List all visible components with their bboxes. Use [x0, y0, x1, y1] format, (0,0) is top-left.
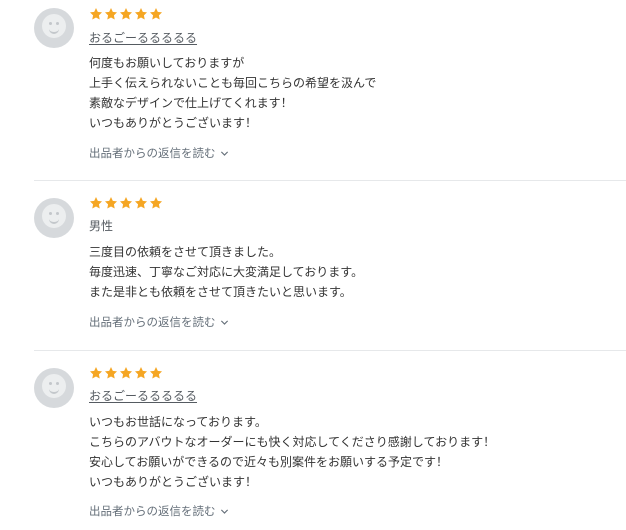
review-body: 三度目の依頼をさせて頂きました。 毎度迅速、丁寧なご対応に大変満足しております。… — [89, 242, 363, 302]
read-reply-button[interactable]: 出品者からの返信を読む — [89, 314, 229, 330]
reviewer-name[interactable]: おるごーるるるるる — [89, 388, 197, 404]
star-icon — [119, 366, 133, 380]
star-icon — [134, 7, 148, 21]
review-body: 何度もお願いしておりますが 上手く伝えられないことも毎回こちらの希望を汲んで 素… — [89, 53, 376, 133]
star-rating — [89, 366, 163, 382]
review-line: 毎度迅速、丁寧なご対応に大変満足しております。 — [89, 265, 364, 279]
reviewer-name: 男性 — [89, 219, 114, 233]
star-icon — [89, 366, 103, 380]
star-icon — [104, 7, 118, 21]
review-line: 素敵なデザインで仕上げてくれます！ — [89, 96, 293, 110]
star-icon — [149, 7, 163, 21]
avatar[interactable] — [34, 8, 74, 48]
review-line: 上手く伝えられないことも毎回こちらの希望を汲んで — [89, 76, 377, 90]
review-line: いつもありがとうございます！ — [89, 116, 258, 130]
avatar[interactable] — [34, 368, 74, 408]
review-line: 安心してお願いができるので近々も別案件をお願いする予定です！ — [89, 455, 449, 469]
star-icon — [119, 7, 133, 21]
chevron-down-icon — [220, 319, 228, 325]
star-rating — [89, 7, 163, 23]
divider — [34, 350, 626, 351]
reviewer-name[interactable]: おるごーるるるるる — [89, 30, 197, 46]
star-icon — [104, 196, 118, 210]
avatar[interactable] — [34, 198, 74, 238]
star-rating — [89, 196, 163, 212]
star-icon — [119, 196, 133, 210]
star-icon — [134, 366, 148, 380]
star-icon — [149, 196, 163, 210]
read-reply-label: 出品者からの返信を読む — [89, 315, 216, 329]
star-icon — [149, 366, 163, 380]
read-reply-button[interactable]: 出品者からの返信を読む — [89, 503, 229, 519]
divider — [34, 180, 626, 181]
review-line: いつもありがとうございます！ — [89, 475, 258, 489]
review-body: いつもお世話になっております。 こちらのアバウトなオーダーにも快く対応してくださ… — [89, 412, 495, 492]
star-icon — [89, 7, 103, 21]
star-icon — [134, 196, 148, 210]
read-reply-label: 出品者からの返信を読む — [89, 504, 216, 518]
review-line: いつもお世話になっております。 — [89, 415, 267, 429]
review-line: 何度もお願いしておりますが — [89, 56, 245, 70]
chevron-down-icon — [220, 150, 228, 156]
chevron-down-icon — [220, 508, 228, 514]
star-icon — [89, 196, 103, 210]
read-reply-label: 出品者からの返信を読む — [89, 146, 216, 160]
review-line: また是非とも依頼をさせて頂きたいと思います。 — [89, 285, 352, 299]
review-line: こちらのアバウトなオーダーにも快く対応してくださり感謝しております！ — [89, 435, 496, 449]
review-line: 三度目の依頼をさせて頂きました。 — [89, 245, 282, 259]
read-reply-button[interactable]: 出品者からの返信を読む — [89, 145, 229, 161]
avatar-face-icon — [42, 374, 66, 398]
avatar-face-icon — [42, 14, 66, 38]
avatar-face-icon — [42, 204, 66, 228]
star-icon — [104, 366, 118, 380]
